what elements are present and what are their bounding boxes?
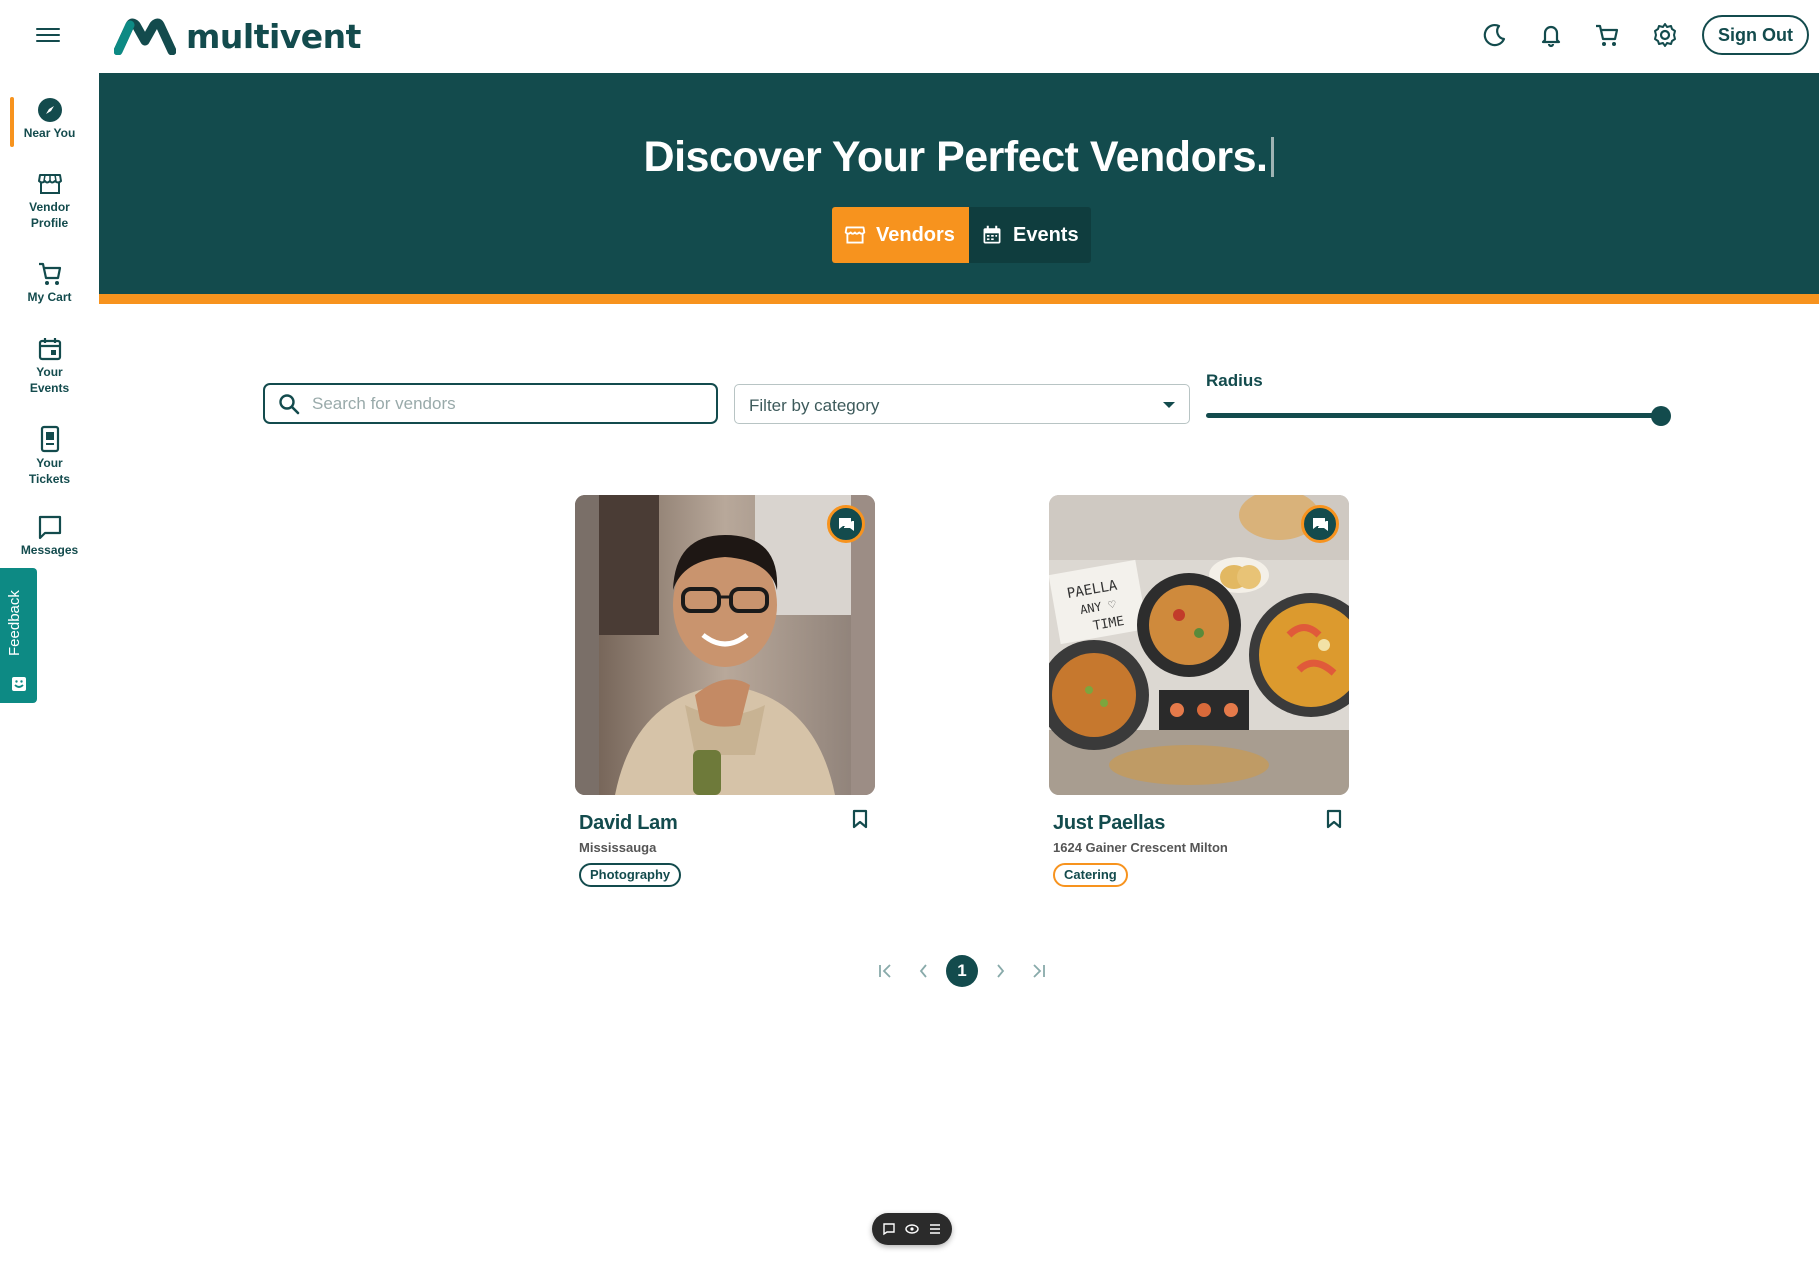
moon-icon[interactable] — [1480, 20, 1510, 50]
chat-icon — [839, 518, 854, 531]
store-icon — [37, 174, 62, 194]
compass-icon — [37, 98, 62, 122]
radius-slider-thumb[interactable] — [1651, 406, 1671, 426]
top-bar: multivent Sign Out — [0, 0, 1819, 73]
sidebar-item-messages[interactable]: Messages — [0, 514, 99, 558]
vendor-photo[interactable]: PAELLA ANY ♡ TIME — [1049, 495, 1349, 795]
tab-vendors[interactable]: Vendors — [832, 207, 969, 263]
bell-icon[interactable] — [1536, 20, 1566, 50]
sidebar-item-label: Messages — [20, 543, 79, 557]
feedback-tab[interactable]: Feedback — [0, 568, 37, 703]
portrait-image — [575, 495, 875, 795]
previous-page-button[interactable] — [908, 955, 940, 987]
sidebar-item-label: My Cart — [27, 290, 72, 304]
search-field[interactable] — [263, 383, 718, 424]
cart-icon[interactable] — [1592, 20, 1622, 50]
list-icon[interactable] — [928, 1222, 942, 1236]
hamburger-menu-icon[interactable] — [36, 24, 60, 46]
calendar-icon — [983, 225, 1001, 244]
floating-toolbar[interactable] — [872, 1213, 952, 1245]
category-tag: Catering — [1053, 863, 1128, 887]
message-icon — [38, 515, 61, 540]
tab-events[interactable]: Events — [969, 207, 1091, 263]
vendor-photo[interactable] — [575, 495, 875, 795]
chat-button[interactable] — [1301, 505, 1339, 543]
first-page-button[interactable] — [870, 955, 902, 987]
sidebar-item-label: Vendor Profile — [29, 200, 70, 230]
paella-image: PAELLA ANY ♡ TIME — [1049, 495, 1349, 795]
gear-icon[interactable] — [1650, 20, 1680, 50]
feedback-label: Feedback — [6, 590, 23, 656]
logo-mark-icon — [114, 18, 176, 55]
next-page-button[interactable] — [984, 955, 1016, 987]
search-icon — [279, 394, 300, 415]
sidebar-item-near-you[interactable]: Near You — [0, 97, 99, 141]
category-tag: Photography — [579, 863, 682, 887]
mode-toggle: Vendors Events — [832, 207, 1091, 263]
store-icon — [844, 226, 866, 244]
hero-title: Discover Your Perfect Vendors. — [99, 133, 1819, 182]
chevron-down-icon — [1163, 402, 1175, 408]
logo[interactable]: multivent — [114, 14, 361, 58]
ticket-icon — [40, 425, 59, 453]
tab-events-label: Events — [1013, 223, 1079, 246]
cart-icon — [38, 262, 61, 285]
radius-label: Radius — [1206, 371, 1263, 390]
last-page-icon — [1033, 964, 1045, 978]
bookmark-icon[interactable] — [1325, 809, 1343, 829]
vendor-location: 1624 Gainer Crescent Milton — [1053, 840, 1228, 855]
sidebar-item-vendor-profile[interactable]: Vendor Profile — [0, 171, 99, 231]
category-filter-label: Filter by category — [749, 396, 880, 415]
chat-button[interactable] — [827, 505, 865, 543]
vendor-name[interactable]: David Lam — [579, 812, 678, 835]
last-page-button[interactable] — [1022, 955, 1054, 987]
chevron-left-icon — [919, 964, 927, 978]
logo-text: multivent — [186, 16, 361, 56]
first-page-icon — [879, 964, 891, 978]
sign-out-button[interactable]: Sign Out — [1702, 15, 1809, 55]
smile-icon — [12, 677, 26, 691]
chevron-right-icon — [997, 964, 1005, 978]
comment-icon[interactable] — [882, 1222, 896, 1236]
page-1-button[interactable]: 1 — [946, 955, 978, 987]
text-caret — [1271, 137, 1275, 177]
sidebar-item-your-events[interactable]: Your Events — [0, 336, 99, 396]
radius-slider-track[interactable] — [1206, 413, 1662, 418]
hero-banner: Discover Your Perfect Vendors. Vendors E… — [99, 73, 1819, 294]
calendar-icon — [38, 338, 61, 361]
sidebar-item-my-cart[interactable]: My Cart — [0, 261, 99, 305]
pagination: 1 — [0, 955, 1819, 989]
hero-accent-stripe — [99, 294, 1819, 304]
eye-icon[interactable] — [905, 1222, 919, 1236]
sidebar-item-label: Your Events — [29, 365, 70, 395]
bookmark-icon[interactable] — [851, 809, 869, 829]
sidebar-item-label: Your Tickets — [28, 456, 71, 486]
chat-icon — [1313, 518, 1328, 531]
vendor-location: Mississauga — [579, 840, 657, 855]
tab-vendors-label: Vendors — [876, 223, 955, 246]
category-filter-select[interactable]: Filter by category — [734, 384, 1190, 424]
vendor-name[interactable]: Just Paellas — [1053, 812, 1165, 835]
sidebar-item-your-tickets[interactable]: Your Tickets — [0, 425, 99, 487]
search-input[interactable] — [312, 393, 702, 415]
sidebar-item-label: Near You — [23, 126, 76, 140]
